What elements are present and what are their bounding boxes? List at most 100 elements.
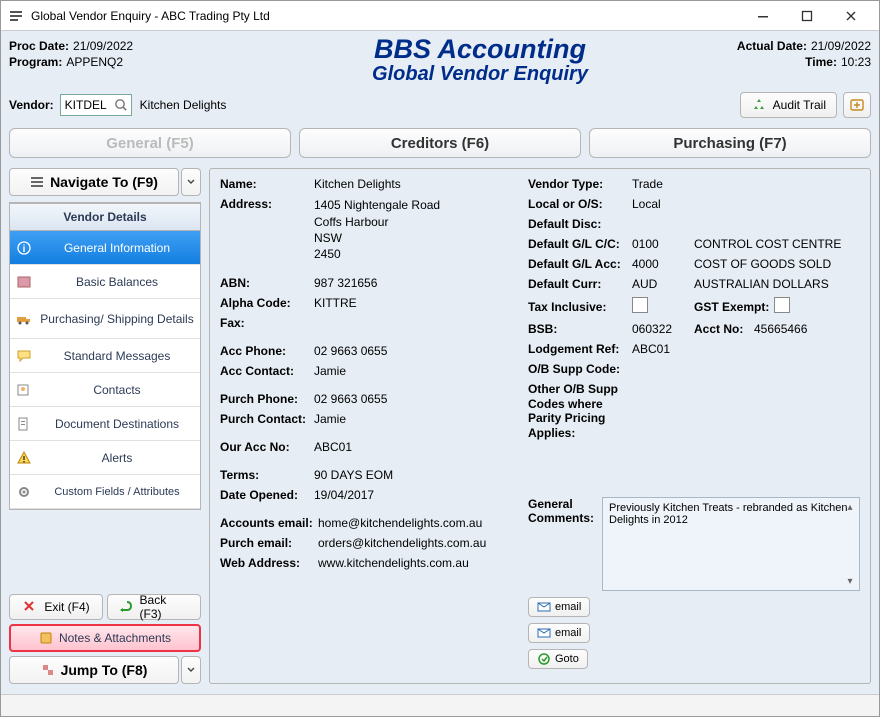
bsb-value: 060322 — [632, 322, 694, 336]
list-icon — [30, 175, 44, 189]
web-value: www.kitchendelights.com.au — [318, 556, 520, 570]
info-icon: i — [14, 238, 34, 258]
web-label: Web Address: — [220, 556, 318, 570]
purch-contact-value: Jamie — [314, 412, 520, 426]
brand-subtitle: Global Vendor Enquiry — [309, 63, 651, 86]
gl-cc-desc: CONTROL COST CENTRE — [694, 237, 860, 251]
alpha-label: Alpha Code: — [220, 296, 314, 310]
brand-title: BBS Accounting — [309, 35, 651, 63]
gst-exempt-label: GST Exempt: — [694, 300, 774, 314]
purch-contact-label: Purch Contact: — [220, 412, 314, 426]
acct-email-value: home@kitchendelights.com.au — [318, 516, 520, 530]
sidebar-item-standard-messages[interactable]: Standard Messages — [10, 339, 200, 373]
recycle-icon — [751, 97, 767, 113]
export-button[interactable] — [843, 92, 871, 118]
app-icon — [7, 7, 25, 25]
our-acc-value: ABC01 — [314, 440, 520, 454]
time-value: 10:23 — [841, 55, 871, 69]
navigate-dropdown[interactable] — [181, 168, 201, 196]
name-value: Kitchen Delights — [314, 177, 520, 191]
jump-to-button[interactable]: Jump To (F8) — [9, 656, 179, 684]
document-icon — [14, 414, 34, 434]
sidebar-item-general-information[interactable]: i General Information — [10, 231, 200, 265]
alert-icon — [14, 448, 34, 468]
acct-no-label: Acct No: — [694, 322, 754, 336]
contacts-icon — [14, 380, 34, 400]
def-disc-label: Default Disc: — [528, 217, 632, 231]
acc-phone-value: 02 9663 0655 — [314, 344, 520, 358]
time-label: Time: — [805, 55, 837, 69]
ledger-icon — [14, 272, 34, 292]
terms-label: Terms: — [220, 468, 314, 482]
date-opened-value: 19/04/2017 — [314, 488, 520, 502]
comments-box[interactable]: Previously Kitchen Treats - rebranded as… — [602, 497, 860, 591]
scroll-down-icon[interactable]: ▾ — [843, 574, 857, 588]
vendor-type-value: Trade — [632, 177, 860, 191]
sidebar-item-alerts[interactable]: Alerts — [10, 441, 200, 475]
abn-value: 987 321656 — [314, 276, 520, 290]
gst-exempt-checkbox[interactable] — [774, 297, 790, 313]
acc-phone-label: Acc Phone: — [220, 344, 314, 358]
lodge-value: ABC01 — [632, 342, 860, 356]
email-purch-button[interactable]: email — [528, 623, 590, 643]
sidebar-nav: Vendor Details i General Information Bas… — [9, 202, 201, 510]
gl-acc-value: 4000 — [632, 257, 694, 271]
fax-value — [314, 316, 520, 330]
gl-acc-desc: COST OF GOODS SOLD — [694, 257, 860, 271]
sidebar-item-basic-balances[interactable]: Basic Balances — [10, 265, 200, 299]
name-label: Name: — [220, 177, 314, 191]
exit-button[interactable]: Exit (F4) — [9, 594, 103, 620]
sidebar-header: Vendor Details — [10, 204, 200, 231]
proc-date-label: Proc Date: — [9, 39, 69, 53]
maximize-button[interactable] — [785, 2, 829, 30]
bsb-label: BSB: — [528, 322, 632, 336]
chat-icon — [14, 346, 34, 366]
sidebar-item-contacts[interactable]: Contacts — [10, 373, 200, 407]
tax-inclusive-checkbox[interactable] — [632, 297, 648, 313]
navigate-to-button[interactable]: Navigate To (F9) — [9, 168, 179, 196]
acc-contact-value: Jamie — [314, 364, 520, 378]
address-value: 1405 Nightengale Road Coffs Harbour NSW … — [314, 197, 520, 262]
chevron-down-icon — [187, 178, 195, 186]
notes-icon — [39, 631, 53, 645]
ob-supp-label: O/B Supp Code: — [528, 362, 632, 376]
email-accounts-button[interactable]: email — [528, 597, 590, 617]
other-ob-label: Other O/B Supp Codes where Parity Pricin… — [528, 382, 632, 440]
goto-web-button[interactable]: Goto — [528, 649, 588, 669]
jump-dropdown[interactable] — [181, 656, 201, 684]
tab-general[interactable]: General (F5) — [9, 128, 291, 158]
sidebar-item-document-destinations[interactable]: Document Destinations — [10, 407, 200, 441]
vendor-name: Kitchen Delights — [140, 98, 227, 112]
back-button[interactable]: Back (F3) — [107, 594, 201, 620]
goto-icon — [537, 652, 551, 666]
tab-purchasing[interactable]: Purchasing (F7) — [589, 128, 871, 158]
jump-icon — [41, 663, 55, 677]
tax-inclusive-label: Tax Inclusive: — [528, 300, 632, 314]
audit-trail-button[interactable]: Audit Trail — [740, 92, 837, 118]
scroll-up-icon[interactable]: ▴ — [843, 500, 857, 514]
alpha-value: KITTRE — [314, 296, 520, 310]
program-label: Program: — [9, 55, 62, 69]
actual-date-value: 21/09/2022 — [811, 39, 871, 53]
vendor-label: Vendor: — [9, 98, 54, 112]
notes-attachments-button[interactable]: Notes & Attachments — [9, 624, 201, 652]
back-icon — [118, 599, 134, 615]
vendor-lookup[interactable] — [60, 94, 132, 116]
gl-cc-value: 0100 — [632, 237, 694, 251]
sidebar-item-custom-fields[interactable]: Custom Fields / Attributes — [10, 475, 200, 509]
sidebar-item-purchasing-shipping[interactable]: Purchasing/ Shipping Details — [10, 299, 200, 339]
search-icon[interactable] — [113, 97, 129, 113]
mail-icon — [537, 626, 551, 640]
address-label: Address: — [220, 197, 314, 211]
svg-text:i: i — [23, 244, 26, 255]
detail-panel: Name:Kitchen Delights Address: 1405 Nigh… — [209, 168, 871, 684]
proc-date-value: 21/09/2022 — [73, 39, 133, 53]
close-button[interactable] — [829, 2, 873, 30]
mail-icon — [537, 600, 551, 614]
acct-no-value: 45665466 — [754, 322, 807, 336]
terms-value: 90 DAYS EOM — [314, 468, 520, 482]
tab-creditors[interactable]: Creditors (F6) — [299, 128, 581, 158]
minimize-button[interactable] — [741, 2, 785, 30]
local-value: Local — [632, 197, 860, 211]
truck-icon — [14, 309, 34, 329]
